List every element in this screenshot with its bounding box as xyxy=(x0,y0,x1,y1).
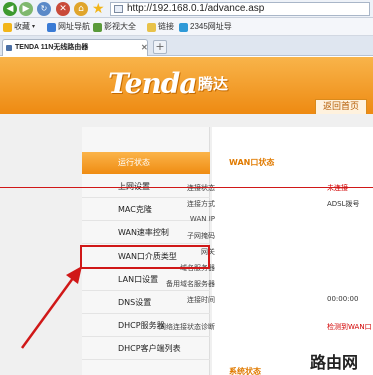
row-label: 网络连接状态诊断 xyxy=(159,323,215,331)
router-header: Tenda 腾达 返回首页 xyxy=(0,57,373,115)
close-icon[interactable]: ✕ xyxy=(141,40,148,56)
forward-arrow-icon[interactable]: ▶ xyxy=(19,2,33,16)
stop-icon[interactable]: ✕ xyxy=(56,2,70,16)
tab-title: TENDA 11N无线路由器 xyxy=(15,44,89,51)
tab-strip: TENDA 11N无线路由器 ✕ + xyxy=(0,36,373,56)
refresh-icon[interactable]: ↻ xyxy=(37,2,51,16)
system-status-title: 系统状态 xyxy=(229,367,261,375)
annotation-line xyxy=(0,187,373,188)
home-icon[interactable]: ⌂ xyxy=(74,2,88,16)
row-label: 备用域名服务器 xyxy=(166,280,215,288)
site-nav-icon xyxy=(47,22,56,32)
video-icon xyxy=(93,22,102,32)
menu-item-dhcp-clients[interactable]: DHCP客户端列表 xyxy=(82,338,210,360)
page-icon xyxy=(114,5,123,13)
star-favorite-icon[interactable]: ★ xyxy=(92,0,105,18)
tab-favicon xyxy=(6,45,12,51)
connection-status-value: 未连接 xyxy=(327,184,348,192)
favorites-bar: 收藏 ▾ 网址导航 影视大全 链接 2345网址导 xyxy=(0,18,373,36)
favorite-video[interactable]: 影视大全 xyxy=(93,18,136,36)
chevron-down-icon: ▾ xyxy=(32,24,36,30)
back-home-button[interactable]: 返回首页 xyxy=(315,99,367,115)
tab-router[interactable]: TENDA 11N无线路由器 ✕ xyxy=(2,39,148,56)
annotation-highlight-box xyxy=(80,245,210,269)
site-2345-icon xyxy=(179,22,188,32)
row-label: 连接时间 xyxy=(187,296,215,304)
menu-item-status[interactable]: 运行状态 xyxy=(82,152,210,174)
connection-time-value: 00:00:00 xyxy=(327,295,359,303)
row-label: 连接状态 xyxy=(187,184,215,192)
star-folder-icon xyxy=(3,22,12,32)
favorite-2345[interactable]: 2345网址导 xyxy=(179,18,232,36)
connection-type-value: ADSL拨号 xyxy=(327,200,360,208)
watermark: 路由网 xyxy=(310,353,359,372)
address-bar[interactable]: http://192.168.0.1/advance.asp xyxy=(110,2,370,16)
url-text: http://192.168.0.1/advance.asp xyxy=(127,3,265,14)
new-tab-button[interactable]: + xyxy=(153,40,167,54)
row-label: 子网掩码 xyxy=(187,232,215,240)
favorite-site-nav[interactable]: 网址导航 xyxy=(47,18,90,36)
tenda-logo: Tenda xyxy=(108,67,198,100)
diagnosis-link[interactable]: 检测到WAN口 xyxy=(327,322,372,332)
wan-status-title: WAN口状态 xyxy=(229,158,275,167)
favorites-menu[interactable]: 收藏 ▾ xyxy=(3,18,35,36)
favorite-links[interactable]: 链接 xyxy=(147,18,174,36)
back-arrow-icon[interactable]: ◀ xyxy=(3,2,17,16)
row-label: WAN IP xyxy=(189,215,215,223)
tenda-logo-cn: 腾达 xyxy=(198,75,229,93)
links-icon xyxy=(147,22,156,32)
row-label: 连接方式 xyxy=(187,200,215,208)
address-toolbar: ◀ ▶ ↻ ✕ ⌂ ★ http://192.168.0.1/advance.a… xyxy=(0,0,373,18)
